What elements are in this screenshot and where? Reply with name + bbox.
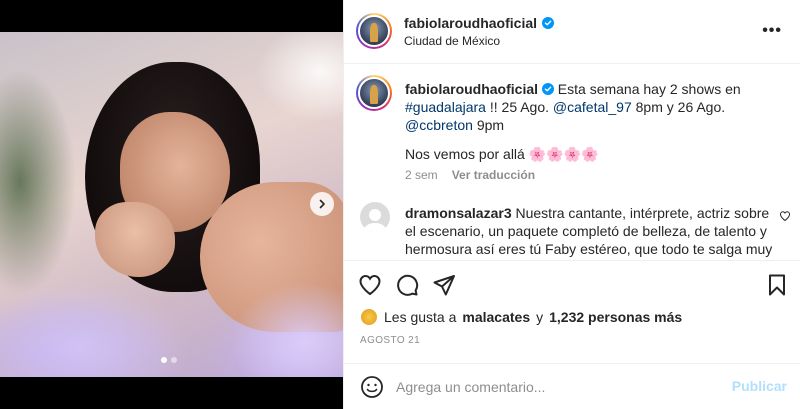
photo-subject-hand — [95, 202, 175, 277]
carousel-dot — [171, 357, 177, 363]
paper-plane-icon[interactable] — [432, 273, 456, 297]
comment-like-heart-icon[interactable] — [779, 210, 791, 222]
likes-prefix: Les gusta a — [384, 309, 457, 325]
bookmark-icon[interactable] — [765, 273, 789, 297]
post-media — [0, 0, 343, 409]
comment-icon[interactable] — [395, 273, 419, 297]
caption-second-line: Nos vemos por allá 🌸🌸🌸🌸 — [405, 146, 599, 162]
post-actions — [344, 260, 800, 310]
liker-avatar[interactable] — [360, 308, 378, 326]
carousel-indicator — [161, 357, 177, 363]
caption-time[interactable]: 2 sem — [405, 168, 438, 182]
post-date[interactable]: AGOSTO 21 — [360, 335, 420, 346]
author-username[interactable]: fabiolaroudhaoficial — [404, 15, 537, 31]
post-caption: fabiolaroudhaoficial Esta semana hay 2 s… — [405, 80, 785, 134]
caption-text: 9pm — [476, 117, 505, 133]
likes-summary: Les gusta a malacates y 1,232 personas m… — [360, 308, 682, 326]
likes-connector: y — [536, 309, 544, 325]
add-comment-bar: Publicar — [344, 363, 800, 409]
mention-link[interactable]: @ccbreton — [405, 117, 473, 133]
caption-text: !! 25 Ago. — [489, 99, 550, 115]
more-options-button[interactable]: ••• — [762, 22, 782, 40]
caption-author-avatar[interactable] — [356, 75, 392, 111]
chevron-right-icon — [319, 199, 325, 209]
comment-input[interactable] — [396, 376, 716, 398]
post-details-panel: fabiolaroudhaoficial Ciudad de México ••… — [343, 0, 800, 409]
author-avatar[interactable] — [356, 13, 392, 49]
publish-button[interactable]: Publicar — [732, 378, 787, 394]
liker-username[interactable]: malacates — [462, 309, 530, 325]
verified-badge-icon — [542, 17, 555, 29]
emoji-icon[interactable] — [360, 375, 384, 399]
post-photo[interactable] — [0, 32, 343, 377]
post-location[interactable]: Ciudad de México — [404, 34, 500, 48]
comments-section: fabiolaroudhaoficial Esta semana hay 2 s… — [344, 65, 800, 260]
hashtag-link[interactable]: #guadalajara — [405, 99, 486, 115]
commenter-avatar[interactable] — [360, 202, 390, 232]
verified-badge-icon — [541, 83, 554, 95]
mention-link[interactable]: @cafetal_97 — [553, 99, 632, 115]
caption-text: 8pm y 26 Ago. — [635, 99, 726, 115]
carousel-dot-active — [161, 357, 167, 363]
caption-text: Esta semana hay 2 shows en — [557, 81, 741, 97]
heart-icon[interactable] — [358, 273, 382, 297]
comment-item: dramonsalazar3 Nuestra cantante, intérpr… — [405, 204, 773, 258]
caption-username[interactable]: fabiolaroudhaoficial — [405, 81, 538, 97]
translate-button[interactable]: Ver traducción — [452, 168, 535, 182]
commenter-username[interactable]: dramonsalazar3 — [405, 205, 512, 221]
post-header: fabiolaroudhaoficial Ciudad de México ••… — [344, 0, 800, 64]
caption-meta: 2 sem Ver traducción — [405, 168, 535, 182]
likes-others-link[interactable]: 1,232 personas más — [549, 309, 682, 325]
carousel-next-button[interactable] — [310, 192, 334, 216]
